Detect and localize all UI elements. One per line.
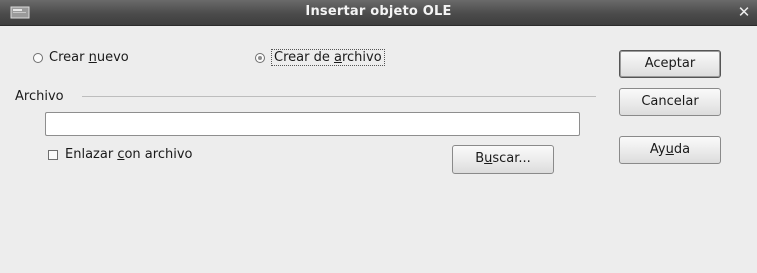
file-section-label: Archivo [15, 89, 64, 104]
radio-indicator [33, 52, 43, 63]
insert-ole-object-dialog: Insertar objeto OLE ✕ Crear nuevo Crear … [0, 0, 757, 273]
title-bar[interactable]: Insertar objeto OLE ✕ [0, 0, 757, 26]
cancel-button[interactable]: Cancelar [619, 88, 721, 116]
close-icon[interactable]: ✕ [735, 4, 753, 21]
checkbox-indicator [48, 149, 58, 160]
file-path-input[interactable] [45, 112, 580, 136]
create-new-label: Crear nuevo [49, 50, 129, 65]
create-from-file-radio[interactable]: Crear de archivo [255, 49, 385, 66]
dialog-title: Insertar objeto OLE [305, 4, 452, 19]
browse-button[interactable]: Buscar... [452, 145, 554, 174]
help-button[interactable]: Ayuda [619, 136, 721, 164]
radio-indicator-selected [255, 52, 265, 63]
link-to-file-checkbox[interactable]: Enlazar con archivo [48, 147, 192, 162]
section-divider [82, 96, 596, 97]
create-new-radio[interactable]: Crear nuevo [33, 50, 129, 65]
link-to-file-label: Enlazar con archivo [65, 147, 193, 162]
create-from-file-label: Crear de archivo [271, 49, 385, 66]
ok-button[interactable]: Aceptar [619, 50, 721, 78]
